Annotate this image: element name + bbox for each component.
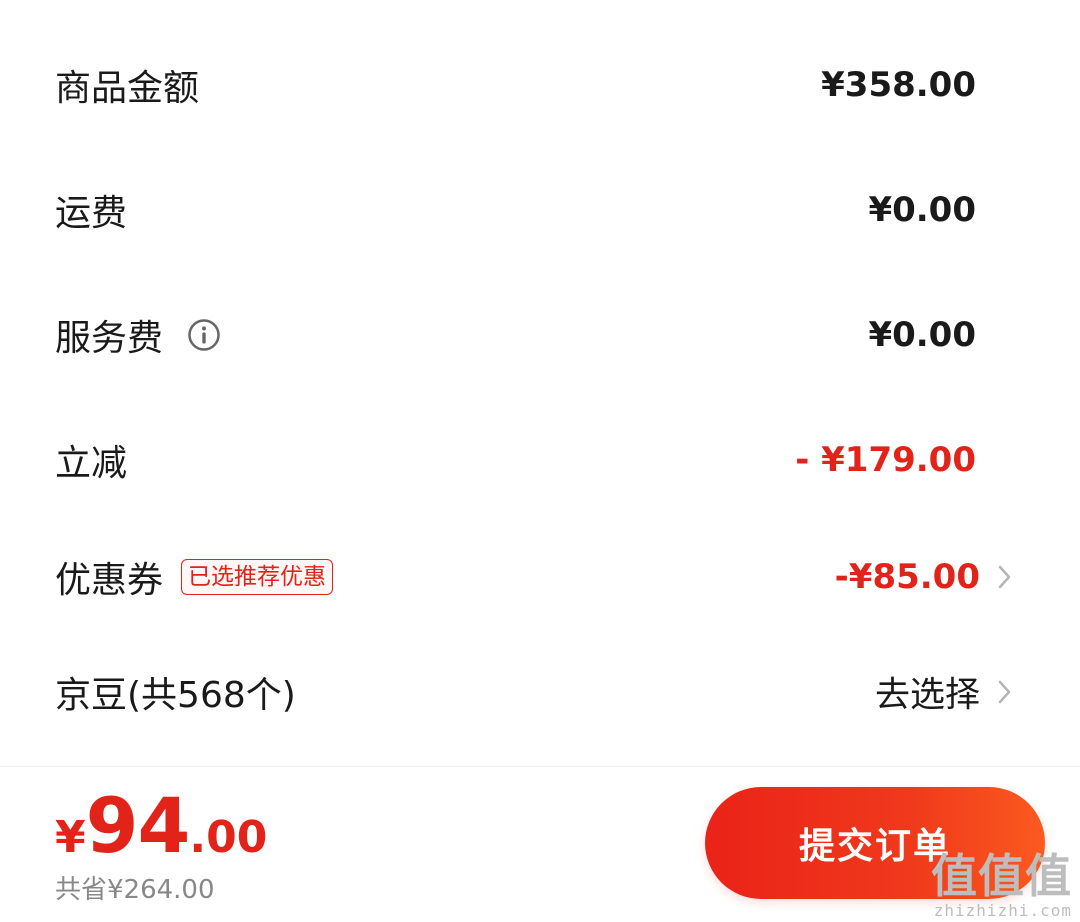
checkout-bar: ¥94.00 共省¥264.00 提交订单: [0, 766, 1080, 922]
row-jingdou[interactable]: 京豆(共568个) 去选择: [0, 652, 1080, 732]
instant-discount-label: 立减: [55, 443, 128, 484]
info-circle-icon[interactable]: [187, 318, 221, 352]
service-fee-value: ¥0.00: [868, 315, 976, 355]
jingdou-label: 京豆(共568个): [55, 675, 296, 716]
goods-amount-label: 商品金额: [55, 68, 200, 109]
shipping-label: 运费: [55, 193, 128, 234]
total-decimal: .00: [189, 812, 268, 863]
total-saved-text: 共省¥264.00: [55, 875, 215, 905]
row-instant-discount: 立减 - ¥179.00: [0, 420, 1080, 500]
coupon-label: 优惠券: [55, 560, 164, 601]
site-watermark: 值值值 zhizhizhi.com: [931, 851, 1072, 920]
row-service-fee: 服务费 ¥0.00: [0, 295, 1080, 375]
row-shipping: 运费 ¥0.00: [0, 170, 1080, 250]
goods-amount-value: ¥358.00: [821, 65, 976, 105]
row-goods-amount: 商品金额 ¥358.00: [0, 45, 1080, 125]
chevron-right-icon[interactable]: [994, 559, 1016, 595]
shipping-value: ¥0.00: [868, 190, 976, 230]
instant-discount-value: - ¥179.00: [795, 440, 976, 480]
watermark-url: zhizhizhi.com: [933, 901, 1072, 920]
jingdou-select-link[interactable]: 去选择: [875, 667, 980, 718]
recommended-coupon-tag: 已选推荐优惠: [181, 559, 334, 595]
price-detail-card: 商品金额 ¥358.00 运费 ¥0.00 服务费 ¥0.00 立减 - ¥17…: [0, 0, 1080, 766]
coupon-value: -¥85.00: [834, 557, 980, 597]
coupon-label-wrap: 优惠券 已选推荐优惠: [55, 551, 334, 603]
service-fee-label-wrap: 服务费: [55, 309, 221, 361]
watermark-cn: 值值值: [931, 849, 1072, 903]
total-integer: 94: [85, 781, 191, 870]
total-currency: ¥: [55, 812, 86, 863]
service-fee-label: 服务费: [55, 318, 164, 359]
row-coupon[interactable]: 优惠券 已选推荐优惠 -¥85.00: [0, 537, 1080, 617]
total-price: ¥94.00: [55, 781, 267, 870]
chevron-right-icon[interactable]: [994, 674, 1016, 710]
order-summary-page: 商品金额 ¥358.00 运费 ¥0.00 服务费 ¥0.00 立减 - ¥17…: [0, 0, 1080, 922]
